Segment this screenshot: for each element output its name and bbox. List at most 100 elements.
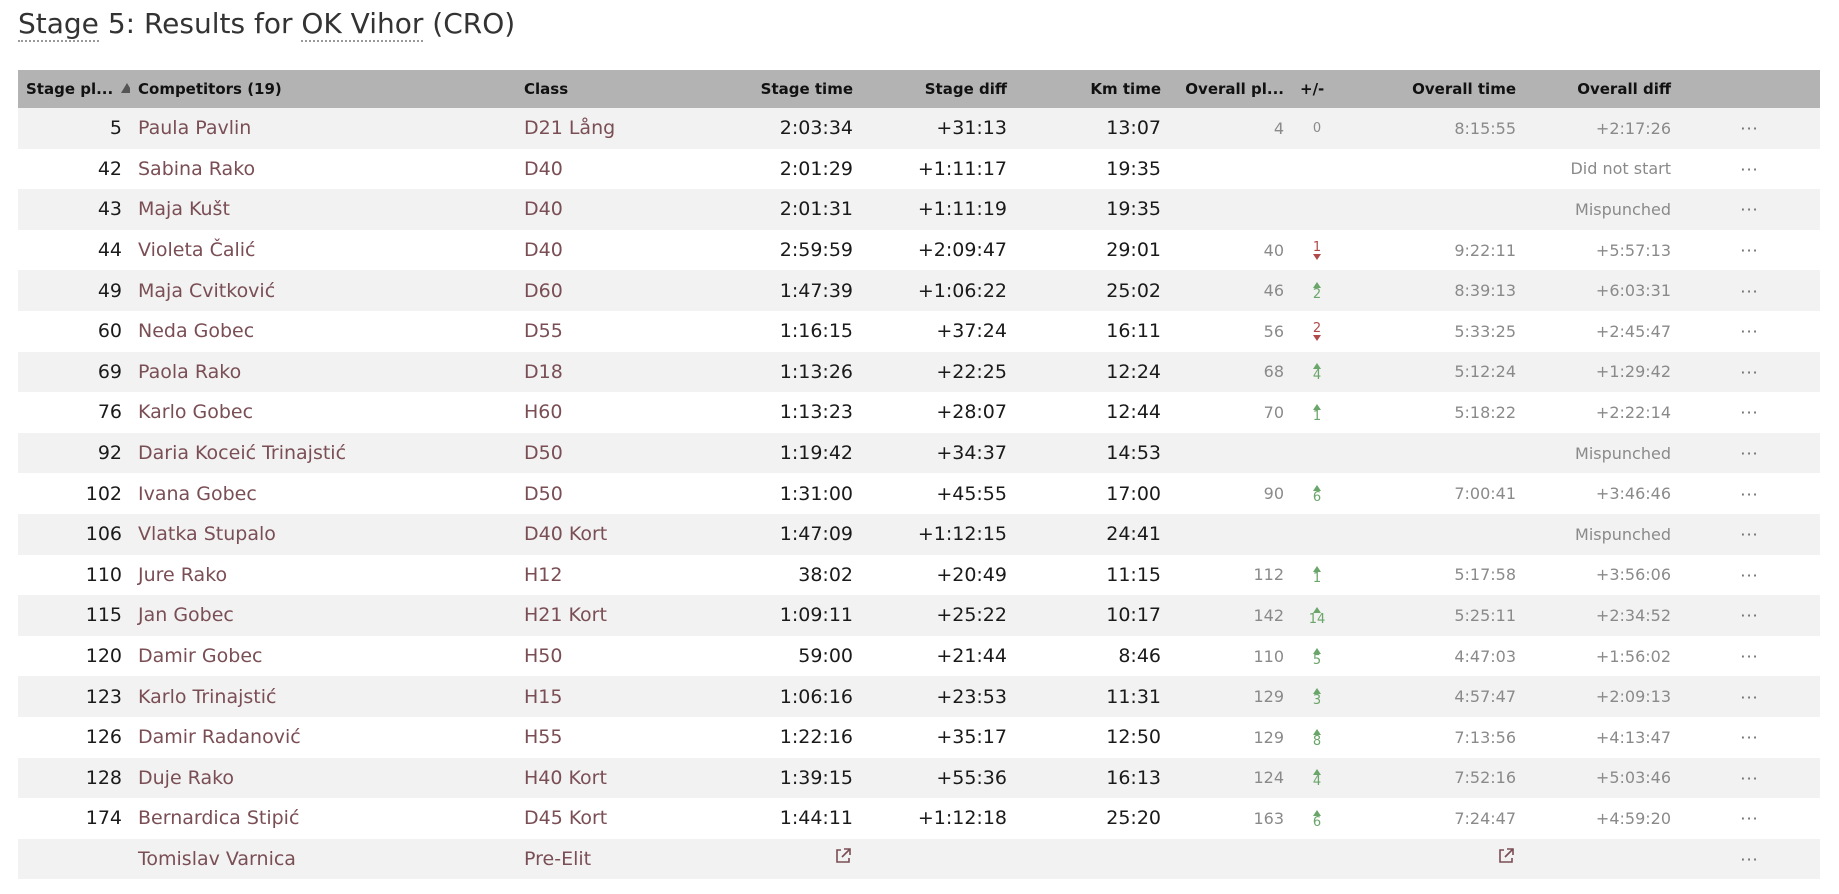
more-options-icon[interactable]: ···: [1740, 282, 1758, 301]
row-actions: ···: [1679, 838, 1820, 880]
class-link[interactable]: D21 Lång: [516, 108, 706, 149]
more-options-icon[interactable]: ···: [1740, 606, 1758, 625]
stage-diff: +20:49: [861, 554, 1015, 596]
more-options-icon[interactable]: ···: [1740, 809, 1758, 828]
class-link[interactable]: H55: [516, 716, 706, 758]
col-stage-place[interactable]: Stage pl...: [18, 70, 130, 108]
external-link-icon[interactable]: [833, 846, 853, 871]
class-link[interactable]: H21 Kort: [516, 595, 706, 636]
more-options-icon[interactable]: ···: [1740, 444, 1758, 463]
competitor-name-link[interactable]: Neda Gobec: [130, 310, 516, 352]
class-link[interactable]: D50: [516, 432, 706, 474]
more-options-icon[interactable]: ···: [1740, 119, 1758, 138]
competitor-name-link[interactable]: Jan Gobec: [130, 595, 516, 636]
class-link[interactable]: D60: [516, 270, 706, 311]
position-change: 3: [1292, 676, 1342, 717]
position-change-indicator: 2: [1313, 322, 1321, 341]
table-row: 123 Karlo Trinajstić H15 1:06:16 +23:53 11:31…: [18, 676, 1820, 717]
competitor-name-link[interactable]: Tomislav Varnica: [130, 838, 516, 880]
competitor-name-link[interactable]: Vlatka Stupalo: [130, 513, 516, 555]
more-options-icon[interactable]: ···: [1740, 241, 1758, 260]
more-options-icon[interactable]: ···: [1740, 688, 1758, 707]
table-row: 126 Damir Radanović H55 1:22:16 +35:17 12:50 1…: [18, 716, 1820, 758]
stage-diff: +28:07: [861, 392, 1015, 433]
more-options-icon[interactable]: ···: [1740, 525, 1758, 544]
more-options-icon[interactable]: ···: [1740, 769, 1758, 788]
overall-time: 5:17:58: [1342, 554, 1524, 596]
competitor-name-link[interactable]: Damir Radanović: [130, 716, 516, 758]
stage-diff: +37:24: [861, 310, 1015, 352]
col-plus-minus[interactable]: +/-: [1292, 70, 1342, 108]
competitor-name-link[interactable]: Ivana Gobec: [130, 473, 516, 514]
km-time: 11:15: [1015, 554, 1169, 596]
more-options-icon[interactable]: ···: [1740, 728, 1758, 747]
more-options-icon[interactable]: ···: [1740, 403, 1758, 422]
competitor-name-link[interactable]: Violeta Čalić: [130, 229, 516, 271]
arrow-down-icon: [1313, 334, 1321, 341]
external-link-icon[interactable]: [1496, 846, 1516, 871]
class-link[interactable]: H60: [516, 392, 706, 433]
row-actions: ···: [1679, 270, 1820, 311]
competitor-name-link[interactable]: Maja Kušt: [130, 189, 516, 230]
competitor-name-link[interactable]: Karlo Trinajstić: [130, 676, 516, 717]
more-options-icon[interactable]: ···: [1740, 485, 1758, 504]
col-overall-diff[interactable]: Overall diff: [1524, 70, 1679, 108]
competitor-name-link[interactable]: Karlo Gobec: [130, 392, 516, 433]
col-km-time[interactable]: Km time: [1015, 70, 1169, 108]
more-options-icon[interactable]: ···: [1740, 200, 1758, 219]
class-link[interactable]: D50: [516, 473, 706, 514]
overall-place: [1169, 838, 1292, 880]
position-change-value: 4: [1312, 368, 1322, 384]
class-link[interactable]: D40 Kort: [516, 513, 706, 555]
more-options-icon[interactable]: ···: [1740, 566, 1758, 585]
class-link[interactable]: D55: [516, 310, 706, 352]
competitor-name-link[interactable]: Bernardica Stipić: [130, 798, 516, 839]
competitor-name-link[interactable]: Damir Gobec: [130, 635, 516, 677]
col-overall-time[interactable]: Overall time: [1342, 70, 1524, 108]
competitor-name-link[interactable]: Duje Rako: [130, 757, 516, 799]
competitor-name-link[interactable]: Jure Rako: [130, 554, 516, 596]
class-link[interactable]: Pre-Elit: [516, 838, 706, 880]
class-link[interactable]: D18: [516, 351, 706, 393]
km-time: 8:46: [1015, 635, 1169, 677]
more-options-icon[interactable]: ···: [1740, 160, 1758, 179]
more-options-icon[interactable]: ···: [1740, 647, 1758, 666]
col-stage-time[interactable]: Stage time: [706, 70, 861, 108]
stage-place: 44: [18, 229, 130, 271]
position-change: 1: [1292, 229, 1342, 271]
class-link[interactable]: H12: [516, 554, 706, 596]
position-change-indicator: 8: [1313, 728, 1321, 748]
table-row: 128 Duje Rako H40 Kort 1:39:15 +55:36 16:13 12…: [18, 757, 1820, 799]
competitor-name-link[interactable]: Paula Pavlin: [130, 108, 516, 149]
col-competitors[interactable]: Competitors (19): [130, 70, 516, 108]
class-link[interactable]: D40: [516, 148, 706, 190]
arrow-down-icon: [1313, 253, 1321, 260]
class-link[interactable]: H50: [516, 635, 706, 677]
stage-time: 1:22:16: [706, 716, 861, 758]
more-options-icon[interactable]: ···: [1740, 363, 1758, 382]
stage-link[interactable]: Stage: [18, 7, 99, 42]
competitor-name-link[interactable]: Sabina Rako: [130, 148, 516, 190]
col-class[interactable]: Class: [516, 70, 706, 108]
competitor-name-link[interactable]: Daria Koceić Trinajstić: [130, 432, 516, 474]
class-link[interactable]: D40: [516, 229, 706, 271]
class-link[interactable]: H15: [516, 676, 706, 717]
class-link[interactable]: D45 Kort: [516, 798, 706, 839]
overall-place: 124: [1169, 757, 1292, 799]
more-options-icon[interactable]: ···: [1740, 850, 1758, 869]
more-options-icon[interactable]: ···: [1740, 322, 1758, 341]
table-row: 76 Karlo Gobec H60 1:13:23 +28:07 12:44 70 1 5:1…: [18, 392, 1820, 433]
class-link[interactable]: H40 Kort: [516, 757, 706, 799]
competitor-name-link[interactable]: Paola Rako: [130, 351, 516, 393]
col-overall-place[interactable]: Overall pl...: [1169, 70, 1292, 108]
position-change-indicator: 4: [1313, 769, 1321, 788]
stage-time: 1:39:15: [706, 757, 861, 799]
stage-diff: +35:17: [861, 716, 1015, 758]
col-stage-diff[interactable]: Stage diff: [861, 70, 1015, 108]
overall-place: 56: [1169, 310, 1292, 352]
competitor-name-link[interactable]: Maja Cvitković: [130, 270, 516, 311]
class-link[interactable]: D40: [516, 189, 706, 230]
club-link[interactable]: OK Vihor: [301, 7, 424, 42]
stage-diff: +1:11:17: [861, 148, 1015, 190]
overall-time: 5:12:24: [1342, 351, 1524, 393]
